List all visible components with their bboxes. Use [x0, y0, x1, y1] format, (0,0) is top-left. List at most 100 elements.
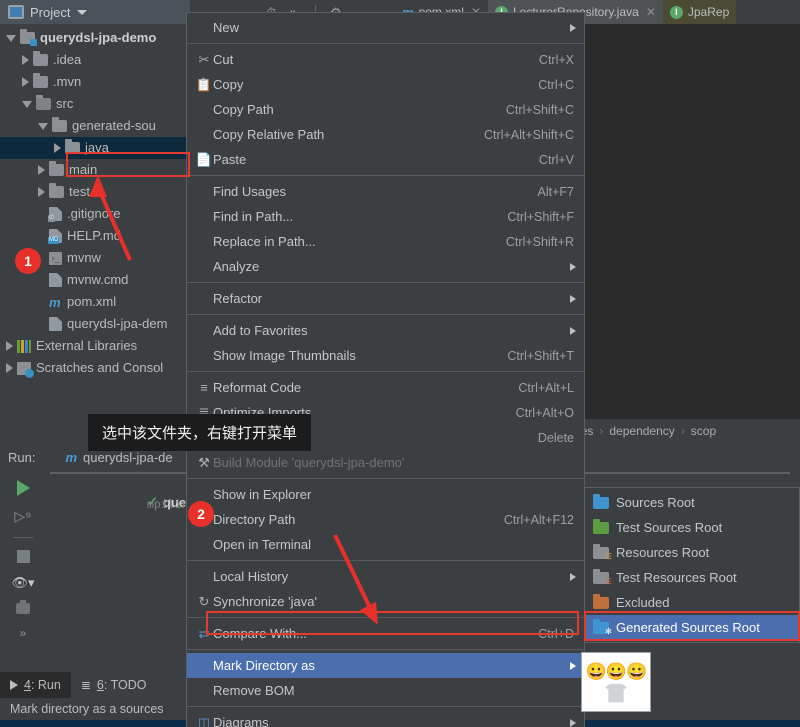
- menu-item-label: Open in Terminal: [213, 537, 312, 552]
- menu-item-paste[interactable]: 📄 Paste Ctrl+V: [187, 147, 584, 172]
- rerun-failed-icon[interactable]: ▷⁹: [14, 508, 31, 525]
- tree-node-java[interactable]: java: [0, 137, 190, 159]
- submenu-item-resources-root[interactable]: ☰ Resources Root: [585, 540, 799, 565]
- bottom-tab-number: 4: [24, 678, 31, 692]
- tree-node-label: .idea: [53, 52, 82, 67]
- project-tool-window-header[interactable]: Project: [0, 0, 190, 24]
- menu-item-copy-path[interactable]: Copy Path Ctrl+Shift+C: [187, 97, 584, 122]
- copy-icon: 📋: [195, 76, 213, 92]
- more-actions-icon[interactable]: »: [20, 626, 27, 640]
- stop-icon[interactable]: [16, 550, 30, 563]
- close-icon[interactable]: ✕: [646, 5, 656, 19]
- tree-node-external-libraries[interactable]: External Libraries: [0, 335, 190, 357]
- expand-arrow-icon[interactable]: [22, 100, 32, 108]
- project-tree[interactable]: querydsl-jpa-demo .idea .mvn src generat…: [0, 24, 190, 442]
- intellij-window: Project ⏱ ⇤ ⚙ — m pom.xml ✕ I LecturerRe…: [0, 0, 800, 727]
- chevron-down-icon[interactable]: [77, 9, 88, 15]
- menu-item-label: Diagrams: [213, 715, 269, 727]
- tree-node-label: mvnw.cmd: [67, 272, 129, 287]
- chevron-right-icon: ›: [680, 423, 685, 438]
- tree-node-mvn[interactable]: .mvn: [0, 71, 190, 93]
- expand-arrow-icon[interactable]: [6, 34, 16, 42]
- breadcrumb-item[interactable]: scop: [691, 424, 716, 438]
- menu-item-label: Refactor: [213, 291, 263, 306]
- menu-item-local-history[interactable]: Local History: [187, 564, 584, 589]
- menu-item-compare-with[interactable]: ⇄ Compare With... Ctrl+D: [187, 621, 584, 646]
- submenu-item-test-resources-root[interactable]: ☰ Test Resources Root: [585, 565, 799, 590]
- menu-item-synchronize[interactable]: ↻ Synchronize 'java': [187, 589, 584, 614]
- menu-separator: [187, 371, 584, 372]
- mark-directory-as-submenu[interactable]: Sources Root Test Sources Root ☰ Resourc…: [584, 487, 800, 643]
- annotation-badge-1: 1: [15, 248, 41, 274]
- menu-item-label: Show Image Thumbnails: [213, 348, 356, 363]
- menu-item-refactor[interactable]: Refactor: [187, 286, 584, 311]
- menu-item-analyze[interactable]: Analyze: [187, 254, 584, 279]
- submenu-item-sources-root[interactable]: Sources Root: [585, 490, 799, 515]
- submenu-item-test-sources-root[interactable]: Test Sources Root: [585, 515, 799, 540]
- breadcrumb-item[interactable]: dependency: [609, 424, 674, 438]
- java-interface-icon: I: [669, 5, 683, 19]
- tree-node-iml[interactable]: querydsl-jpa-dem: [0, 313, 190, 335]
- run-header: Run: m querydsl-jpa-de: [8, 450, 173, 465]
- menu-item-add-to-favorites[interactable]: Add to Favorites: [187, 318, 584, 343]
- menu-item-find-in-path[interactable]: Find in Path... Ctrl+Shift+F: [187, 204, 584, 229]
- tree-node-test[interactable]: test: [0, 181, 190, 203]
- menu-item-new[interactable]: New: [187, 15, 584, 40]
- scratches-icon: [17, 361, 34, 378]
- tree-node-main[interactable]: main: [0, 159, 190, 181]
- tree-node-help-md[interactable]: MD HELP.md: [0, 225, 190, 247]
- menu-item-find-usages[interactable]: Find Usages Alt+F7: [187, 179, 584, 204]
- menu-item-remove-bom[interactable]: Remove BOM: [187, 678, 584, 703]
- toolbar-divider: [13, 537, 33, 538]
- menu-item-open-in-terminal[interactable]: Open in Terminal: [187, 532, 584, 557]
- expand-arrow-icon[interactable]: [6, 363, 13, 373]
- expand-arrow-icon[interactable]: [6, 341, 13, 351]
- menu-item-copy[interactable]: 📋 Copy Ctrl+C: [187, 72, 584, 97]
- menu-item-mark-directory-as[interactable]: Mark Directory as: [187, 653, 584, 678]
- annotation-tooltip: 选中该文件夹，右键打开菜单: [88, 414, 312, 451]
- tree-node-generated-sources[interactable]: generated-sou: [0, 115, 190, 137]
- menu-item-label: Mark Directory as: [213, 658, 315, 673]
- menu-item-show-in-explorer[interactable]: Show in Explorer: [187, 482, 584, 507]
- tree-node-scratches[interactable]: Scratches and Consol: [0, 357, 190, 379]
- submenu-item-excluded[interactable]: Excluded: [585, 590, 799, 615]
- menu-item-replace-in-path[interactable]: Replace in Path... Ctrl+Shift+R: [187, 229, 584, 254]
- tree-node-querydsl-jpa-demo[interactable]: querydsl-jpa-demo: [0, 27, 190, 49]
- expand-arrow-icon[interactable]: [38, 187, 45, 197]
- bottom-tab-run[interactable]: 4: Run: [0, 672, 71, 698]
- menu-item-directory-path[interactable]: Directory Path Ctrl+Alt+F12: [187, 507, 584, 532]
- tree-node-src[interactable]: src: [0, 93, 190, 115]
- todo-icon: ≣: [80, 678, 91, 692]
- expand-arrow-icon[interactable]: [38, 122, 48, 130]
- submenu-item-generated-sources-root[interactable]: ✻ Generated Sources Root: [585, 615, 799, 640]
- menu-item-label: Find Usages: [213, 184, 286, 199]
- menu-item-diagrams[interactable]: ◫ Diagrams: [187, 710, 584, 727]
- run-config-name[interactable]: querydsl-jpa-de: [83, 450, 173, 465]
- expand-arrow-icon[interactable]: [54, 143, 61, 153]
- menu-item-label: Analyze: [213, 259, 260, 274]
- menu-item-cut[interactable]: ✂ Cut Ctrl+X: [187, 47, 584, 72]
- expand-arrow-icon[interactable]: [22, 77, 29, 87]
- tree-node-label: java: [85, 140, 109, 155]
- tree-node-label: .mvn: [53, 74, 82, 89]
- scissors-icon: ✂: [198, 51, 210, 67]
- menu-item-label: Replace in Path...: [213, 234, 316, 249]
- tree-node-idea[interactable]: .idea: [0, 49, 190, 71]
- run-icon: [10, 680, 18, 690]
- camera-icon[interactable]: [16, 600, 30, 614]
- menu-item-copy-relative-path[interactable]: Copy Relative Path Ctrl+Alt+Shift+C: [187, 122, 584, 147]
- menu-item-build-module[interactable]: ⚒ Build Module 'querydsl-jpa-demo': [187, 450, 584, 475]
- bottom-tab-todo[interactable]: ≣ 6: TODO: [71, 672, 157, 698]
- editor-tab-jpa-repository[interactable]: I JpaRep: [662, 0, 737, 24]
- rerun-icon[interactable]: [16, 480, 30, 496]
- menu-item-reformat-code[interactable]: ≡ Reformat Code Ctrl+Alt+L: [187, 375, 584, 400]
- eye-icon[interactable]: 👁▾: [11, 575, 34, 591]
- expand-arrow-icon[interactable]: [38, 165, 45, 175]
- tree-node-pom-xml[interactable]: m pom.xml: [0, 291, 190, 313]
- menu-item-label: Remove BOM: [213, 683, 295, 698]
- menu-item-show-image-thumbnails[interactable]: Show Image Thumbnails Ctrl+Shift+T: [187, 343, 584, 368]
- tree-node-gitignore[interactable]: ∅ .gitignore: [0, 203, 190, 225]
- context-menu[interactable]: New ✂ Cut Ctrl+X 📋 Copy Ctrl+C Copy Path…: [186, 12, 585, 727]
- expand-arrow-icon[interactable]: [22, 55, 29, 65]
- tree-node-label: generated-sou: [72, 118, 156, 133]
